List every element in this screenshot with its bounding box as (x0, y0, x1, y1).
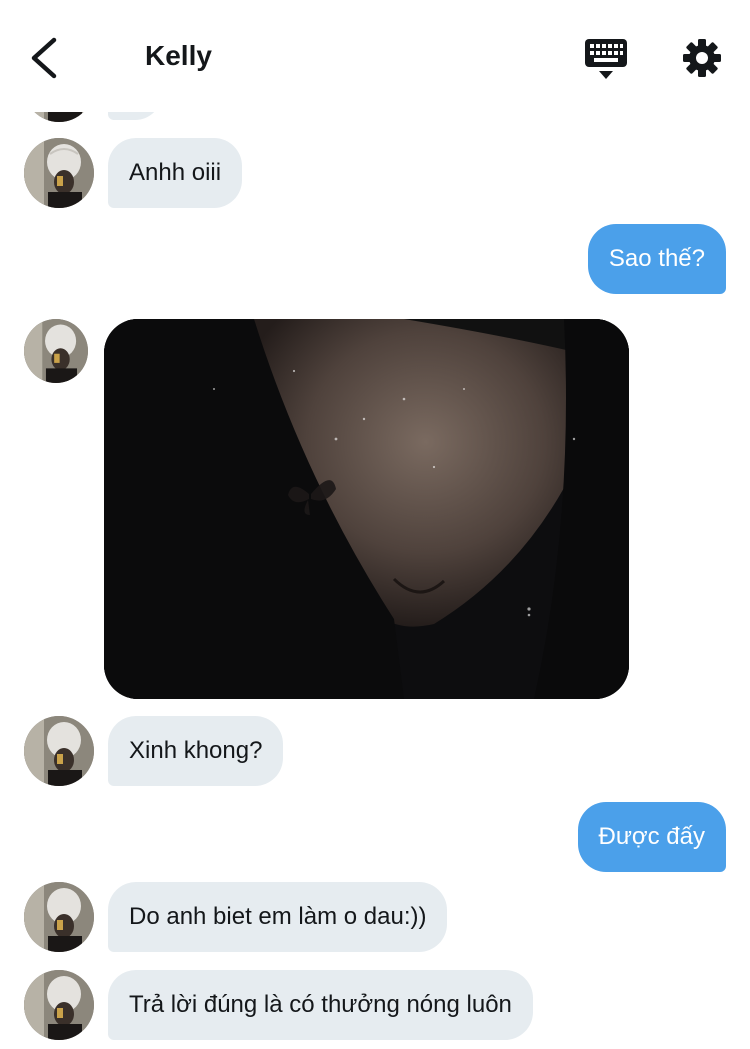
message-bubble-incoming[interactable]: Do anh biet em làm o dau:)) (108, 882, 448, 952)
avatar[interactable] (24, 970, 94, 1040)
gear-icon (683, 39, 721, 77)
avatar[interactable] (24, 716, 94, 786)
message-bubble-incoming[interactable]: Xinh khong? (108, 716, 284, 786)
keyboard-button[interactable] (584, 38, 628, 80)
message-bubble-outgoing[interactable]: Được đấy (577, 802, 726, 872)
message-bubble-outgoing[interactable]: Sao thế? (587, 224, 726, 294)
avatar[interactable] (24, 882, 94, 952)
message-bubble-incoming[interactable]: Trả lời đúng là có thưởng nóng luôn (108, 970, 533, 1040)
message-image[interactable] (104, 319, 629, 699)
avatar[interactable] (24, 319, 88, 383)
avatar[interactable] (24, 138, 94, 208)
settings-button[interactable] (680, 36, 724, 80)
back-button[interactable] (26, 36, 66, 80)
chat-header: Kelly (0, 0, 750, 112)
keyboard-icon (585, 39, 627, 79)
message-bubble-incoming[interactable]: Anhh oiii (108, 138, 243, 208)
chevron-left-icon (31, 37, 57, 79)
chat-title: Kelly (145, 40, 212, 71)
